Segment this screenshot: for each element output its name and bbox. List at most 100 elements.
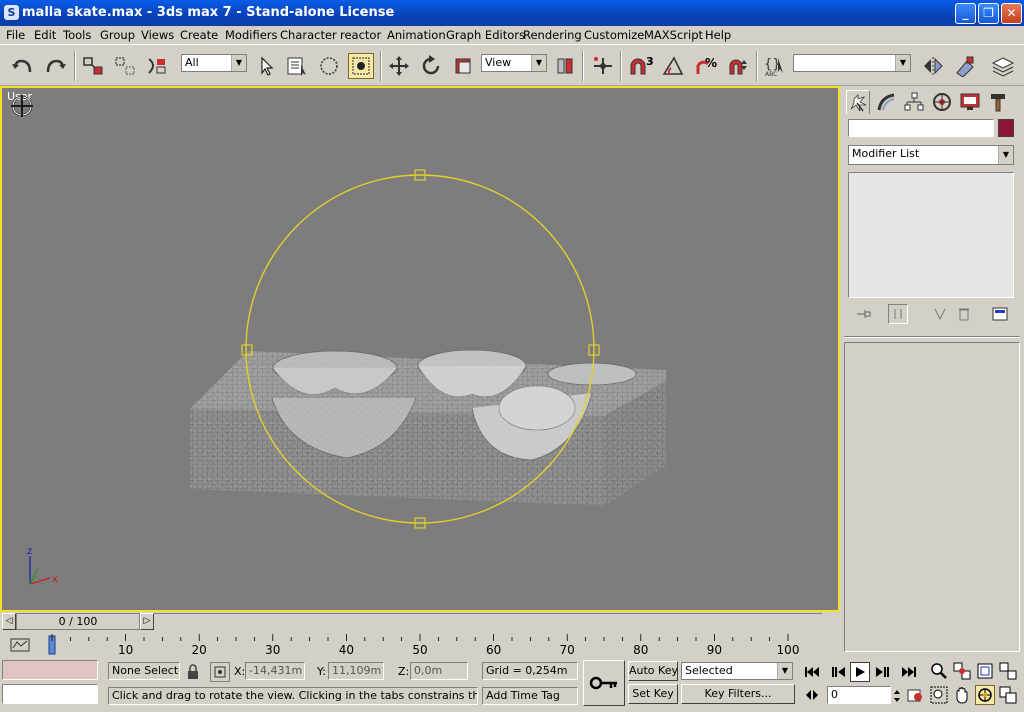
x-coordinate-field[interactable]: -14,431m (245, 662, 305, 680)
key-mode-toggle-button[interactable] (802, 685, 822, 705)
spinner-snap-button[interactable] (725, 53, 751, 79)
window-crossing-button[interactable] (348, 53, 374, 79)
show-end-result-icon[interactable] (888, 304, 908, 324)
tab-utilities[interactable] (986, 90, 1010, 114)
menu-create[interactable]: Create (180, 28, 218, 42)
go-to-start-button[interactable] (802, 662, 822, 682)
angle-snap-button[interactable] (660, 53, 686, 79)
time-slider-prev-button[interactable]: ◁ (2, 613, 16, 630)
maxscript-listener-pink[interactable] (2, 660, 98, 680)
time-slider-thumb[interactable]: 0 / 100 (16, 613, 140, 630)
unlink-selection-button[interactable] (112, 53, 138, 79)
menu-help[interactable]: Help (705, 28, 731, 42)
track-bar[interactable]: 10 20 30 40 50 60 70 80 90 100 (0, 632, 840, 658)
named-selection-icon: {}ABC (764, 57, 783, 78)
remove-modifier-icon[interactable] (954, 304, 974, 324)
configure-modifier-sets-icon[interactable] (990, 304, 1010, 324)
tab-motion[interactable] (930, 90, 954, 114)
menu-edit[interactable]: Edit (34, 28, 56, 42)
play-button[interactable] (850, 662, 870, 682)
tab-modify[interactable] (874, 90, 898, 114)
minimize-icon: _ (962, 6, 969, 20)
align-button[interactable] (952, 53, 978, 79)
time-slider-next-button[interactable]: ▷ (140, 613, 154, 630)
restore-button[interactable]: ❐ (978, 3, 999, 24)
go-to-end-button[interactable] (899, 662, 919, 682)
edit-named-selection-button[interactable]: {} ABC (762, 53, 788, 79)
select-and-manipulate-button[interactable] (590, 53, 616, 79)
menu-customize[interactable]: Customize (584, 28, 644, 42)
named-selection-sets-dropdown[interactable]: ▼ (793, 54, 911, 72)
menu-modifiers[interactable]: Modifiers (225, 28, 278, 42)
layer-manager-button[interactable] (990, 53, 1016, 79)
absolute-mode-button[interactable] (210, 662, 230, 682)
object-color-swatch[interactable] (998, 119, 1014, 137)
menu-maxscript[interactable]: MAXScript (644, 28, 703, 42)
y-coordinate-field[interactable]: 11,109m (328, 662, 384, 680)
pivot-center-button[interactable] (552, 53, 578, 79)
select-and-move-button[interactable] (386, 53, 412, 79)
tab-hierarchy[interactable] (902, 90, 926, 114)
previous-frame-button[interactable] (828, 662, 848, 682)
menu-group[interactable]: Group (100, 28, 135, 42)
redo-icon (46, 59, 66, 73)
bind-to-space-warp-button[interactable] (144, 53, 170, 79)
select-and-link-button[interactable] (80, 53, 106, 79)
next-frame-button[interactable] (873, 662, 893, 682)
tab-display[interactable] (958, 90, 982, 114)
arc-rotate-cursor-icon (8, 94, 36, 118)
select-by-name-button[interactable] (284, 53, 310, 79)
modifier-list-dropdown[interactable]: Modifier List ▼ (848, 145, 1014, 165)
percent-snap-button[interactable]: % (693, 53, 719, 79)
select-and-rotate-button[interactable] (418, 53, 444, 79)
time-configuration-button[interactable] (905, 685, 925, 705)
menu-graph-editors[interactable]: Graph Editors (446, 28, 525, 42)
timeline-tick-label: 100 (777, 643, 800, 657)
make-unique-icon[interactable] (930, 304, 950, 324)
selection-filter-dropdown[interactable]: All ▼ (181, 54, 247, 72)
frame-spinner[interactable] (892, 686, 902, 706)
zoom-extents-button[interactable] (975, 661, 995, 681)
menu-rendering[interactable]: Rendering (523, 28, 582, 42)
menu-file[interactable]: File (6, 28, 25, 42)
arc-rotate-button[interactable] (975, 685, 995, 705)
auto-key-button[interactable]: Auto Key (628, 661, 678, 681)
z-coordinate-field[interactable]: 0,0m (410, 662, 468, 680)
key-filters-button[interactable]: Key Filters... (681, 684, 795, 704)
reference-coordinate-dropdown[interactable]: View ▼ (481, 54, 547, 72)
time-tag-field[interactable]: Add Time Tag (482, 687, 578, 705)
current-frame-field[interactable]: 0 (827, 686, 891, 704)
perspective-viewport[interactable]: z x User (0, 86, 840, 612)
pin-stack-icon[interactable] (854, 304, 874, 324)
zoom-all-button[interactable] (952, 661, 972, 681)
key-mode-dropdown[interactable]: Selected ▼ (681, 662, 793, 680)
menu-animation[interactable]: Animation (387, 28, 446, 42)
menu-character[interactable]: Character (280, 28, 337, 42)
pan-button[interactable] (952, 685, 972, 705)
menu-views[interactable]: Views (141, 28, 174, 42)
select-and-scale-button[interactable] (450, 53, 476, 79)
zoom-button[interactable] (929, 661, 949, 681)
zoom-extents-all-button[interactable] (998, 661, 1018, 681)
region-zoom-button[interactable] (929, 685, 949, 705)
minimize-button[interactable]: _ (955, 3, 976, 24)
region-selection-button[interactable] (316, 53, 342, 79)
set-key-button[interactable]: Set Key (628, 684, 678, 704)
lock-selection-button[interactable] (183, 662, 203, 682)
menu-reactor[interactable]: reactor (340, 28, 381, 42)
menu-tools[interactable]: Tools (63, 28, 91, 42)
maximize-viewport-button[interactable] (998, 685, 1018, 705)
tab-create[interactable] (846, 90, 870, 114)
time-slider-track[interactable] (140, 613, 822, 630)
mirror-button[interactable] (920, 53, 946, 79)
snap-toggle-button[interactable]: 3 (626, 53, 656, 79)
maxscript-listener-white[interactable] (2, 684, 98, 704)
object-name-field[interactable] (848, 119, 994, 137)
redo-button[interactable] (42, 53, 68, 79)
modifier-stack[interactable] (848, 172, 1014, 298)
select-object-button[interactable] (253, 53, 279, 79)
undo-button[interactable] (10, 53, 36, 79)
set-keys-button[interactable] (583, 660, 625, 706)
3ds-max-logo-icon[interactable]: S (4, 5, 19, 20)
close-button[interactable]: ✕ (1001, 3, 1022, 24)
